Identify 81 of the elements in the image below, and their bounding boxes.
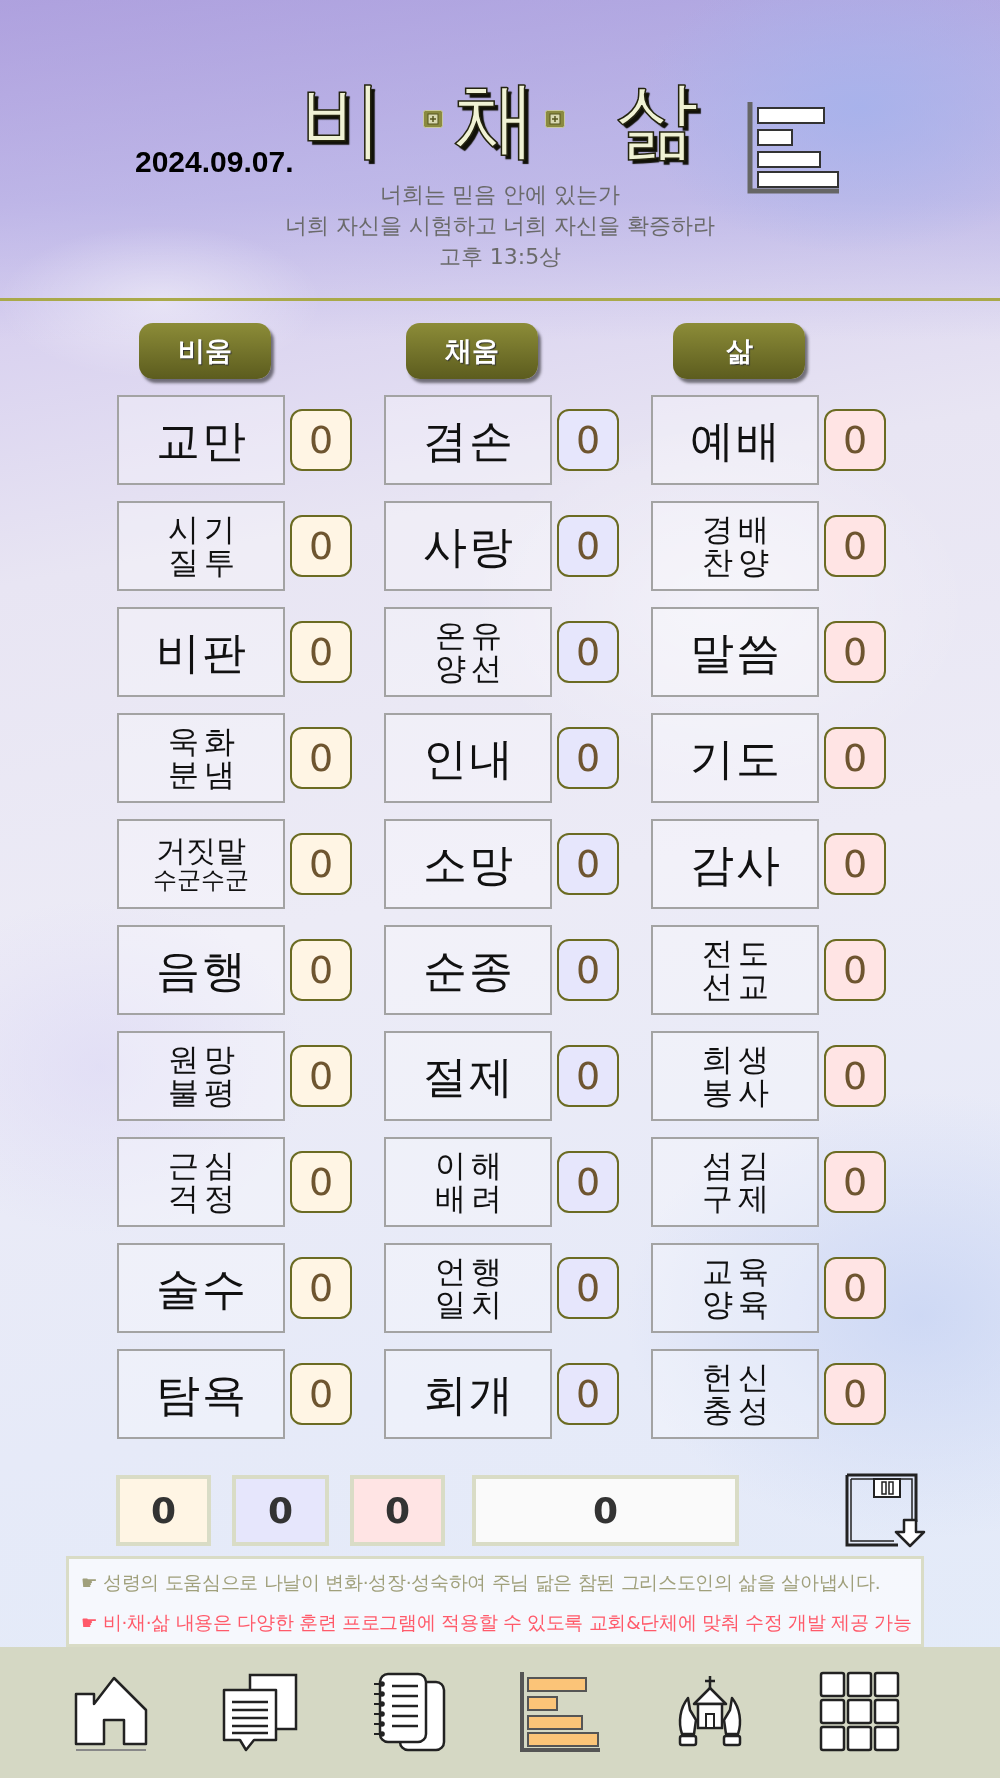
word-button[interactable]: 술수 [117,1243,285,1334]
word-button[interactable]: 감사 [651,819,819,910]
word-button[interactable]: 시기 질투 [117,501,285,592]
bar-chart-icon [747,100,841,195]
count-badge: 0 [557,833,619,896]
count-badge: 0 [557,1045,619,1108]
word-button[interactable]: 거짓말 수군수군 [117,819,285,910]
count-badge: 0 [290,1363,352,1426]
count-badge: 0 [290,727,352,790]
column-header: 삶 [673,323,805,380]
count-badge: 0 [557,409,619,472]
count-badge: 0 [824,1257,886,1320]
word-button[interactable]: 온유 양선 [384,607,552,698]
word-button[interactable]: 탐욕 [117,1349,285,1440]
count-badge: 0 [290,1045,352,1108]
count-badge: 0 [557,515,619,578]
verse-line: 너희는 믿음 안에 있는가 [379,181,621,209]
word-button[interactable]: 음행 [117,925,285,1016]
title-letter: 비 [300,76,385,162]
count-badge: 0 [290,621,352,684]
count-badge: 0 [557,1363,619,1426]
word-button[interactable]: 사랑 [384,501,552,592]
count-badge: 0 [824,833,886,896]
word-button[interactable]: 원망 불평 [117,1031,285,1122]
word-button[interactable]: 희생 봉사 [651,1031,819,1122]
column-total: 0 [232,1474,329,1546]
count-badge: 0 [290,939,352,1002]
count-badge: 0 [824,621,886,684]
notice-text: ☛ 비·채·삶 내용은 다양한 훈련 프로그램에 적용할 수 있도록 교회&단체에 맞춰 수정 개발 제공 가능 [81,1611,913,1636]
count-badge: 0 [824,409,886,472]
count-badge: 0 [824,515,886,578]
count-badge: 0 [290,409,352,472]
count-badge: 0 [557,727,619,790]
word-button[interactable]: 경배 찬양 [651,501,819,592]
column-header: 비움 [139,323,271,380]
boxed-plus-icon [545,110,566,128]
count-badge: 0 [290,833,352,896]
count-badge: 0 [824,1151,886,1214]
word-button[interactable]: 근심 걱정 [117,1137,285,1228]
word-button[interactable]: 교육 양육 [651,1243,819,1334]
word-button[interactable]: 소망 [384,819,552,910]
word-button[interactable]: 전도 선교 [651,925,819,1016]
word-button[interactable]: 순종 [384,925,552,1016]
count-badge: 0 [824,939,886,1002]
count-badge: 0 [557,939,619,1002]
word-button[interactable]: 이해 배려 [384,1137,552,1228]
count-badge: 0 [824,1045,886,1108]
column-header: 채움 [406,323,538,380]
word-button[interactable]: 기도 [651,713,819,804]
word-button[interactable]: 절제 [384,1031,552,1122]
column-total: 0 [350,1474,445,1546]
count-badge: 0 [824,727,886,790]
word-button[interactable]: 회개 [384,1349,552,1440]
word-button[interactable]: 언행 일치 [384,1243,552,1334]
notice-text: ☛ 성령의 도움심으로 나날이 변화·성장·성숙하여 주님 닮은 참된 그리스도인의 삶을 살아냅시다. [81,1571,882,1596]
count-badge: 0 [290,1257,352,1320]
count-badge: 0 [557,621,619,684]
title-letter: 삶 [615,76,700,162]
verse-reference: 고후 13:5상 [438,243,562,271]
count-badge: 0 [290,1151,352,1214]
count-badge: 0 [290,515,352,578]
count-badge: 0 [557,1257,619,1320]
save-icon[interactable] [844,1472,926,1549]
verse-line: 너희 자신을 시험하고 너희 자신을 확증하라 [284,212,716,240]
word-button[interactable]: 인내 [384,713,552,804]
word-button[interactable]: 섬김 구제 [651,1137,819,1228]
word-button[interactable]: 교만 [117,395,285,486]
word-button[interactable]: 비판 [117,607,285,698]
word-button[interactable]: 예배 [651,395,819,486]
word-button[interactable]: 말씀 [651,607,819,698]
bar-chart-icon[interactable] [518,1670,602,1755]
title-letter: 채 [453,76,538,162]
word-button[interactable]: 헌신 충성 [651,1349,819,1440]
column-total: 0 [116,1474,211,1546]
grand-total: 0 [472,1474,739,1546]
count-badge: 0 [824,1363,886,1426]
word-button[interactable]: 욱화 분냄 [117,713,285,804]
count-badge: 0 [557,1151,619,1214]
word-button[interactable]: 겸손 [384,395,552,486]
date-text: 2024.09.07. [135,144,294,179]
boxed-plus-icon [423,110,444,128]
